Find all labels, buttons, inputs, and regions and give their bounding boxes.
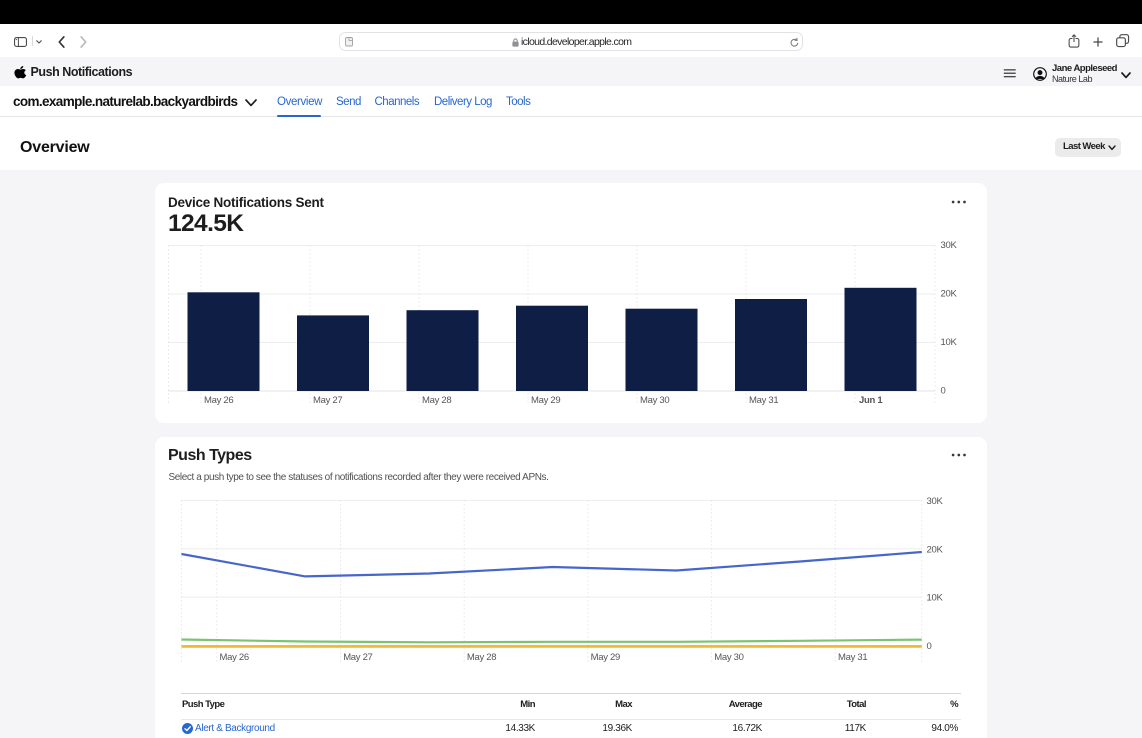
svg-text:May 31: May 31 (749, 395, 778, 406)
svg-text:May 27: May 27 (313, 395, 342, 406)
svg-text:10K: 10K (941, 337, 958, 348)
svg-text:30K: 30K (927, 496, 944, 507)
svg-text:30K: 30K (941, 240, 958, 251)
svg-text:May 30: May 30 (714, 652, 743, 663)
svg-text:May 29: May 29 (531, 395, 560, 406)
svg-text:May 26: May 26 (204, 395, 233, 406)
svg-text:20K: 20K (927, 544, 944, 555)
svg-text:May 31: May 31 (838, 652, 867, 663)
svg-text:0: 0 (927, 641, 932, 652)
svg-text:Jun 1: Jun 1 (859, 395, 883, 406)
svg-text:May 28: May 28 (422, 395, 451, 406)
svg-text:May 28: May 28 (467, 652, 496, 663)
svg-text:10K: 10K (927, 593, 944, 604)
svg-text:20K: 20K (941, 289, 958, 300)
svg-text:May 30: May 30 (640, 395, 669, 406)
svg-text:May 26: May 26 (220, 652, 249, 663)
svg-text:May 27: May 27 (343, 652, 372, 663)
svg-text:May 29: May 29 (591, 652, 620, 663)
svg-text:0: 0 (941, 386, 946, 397)
